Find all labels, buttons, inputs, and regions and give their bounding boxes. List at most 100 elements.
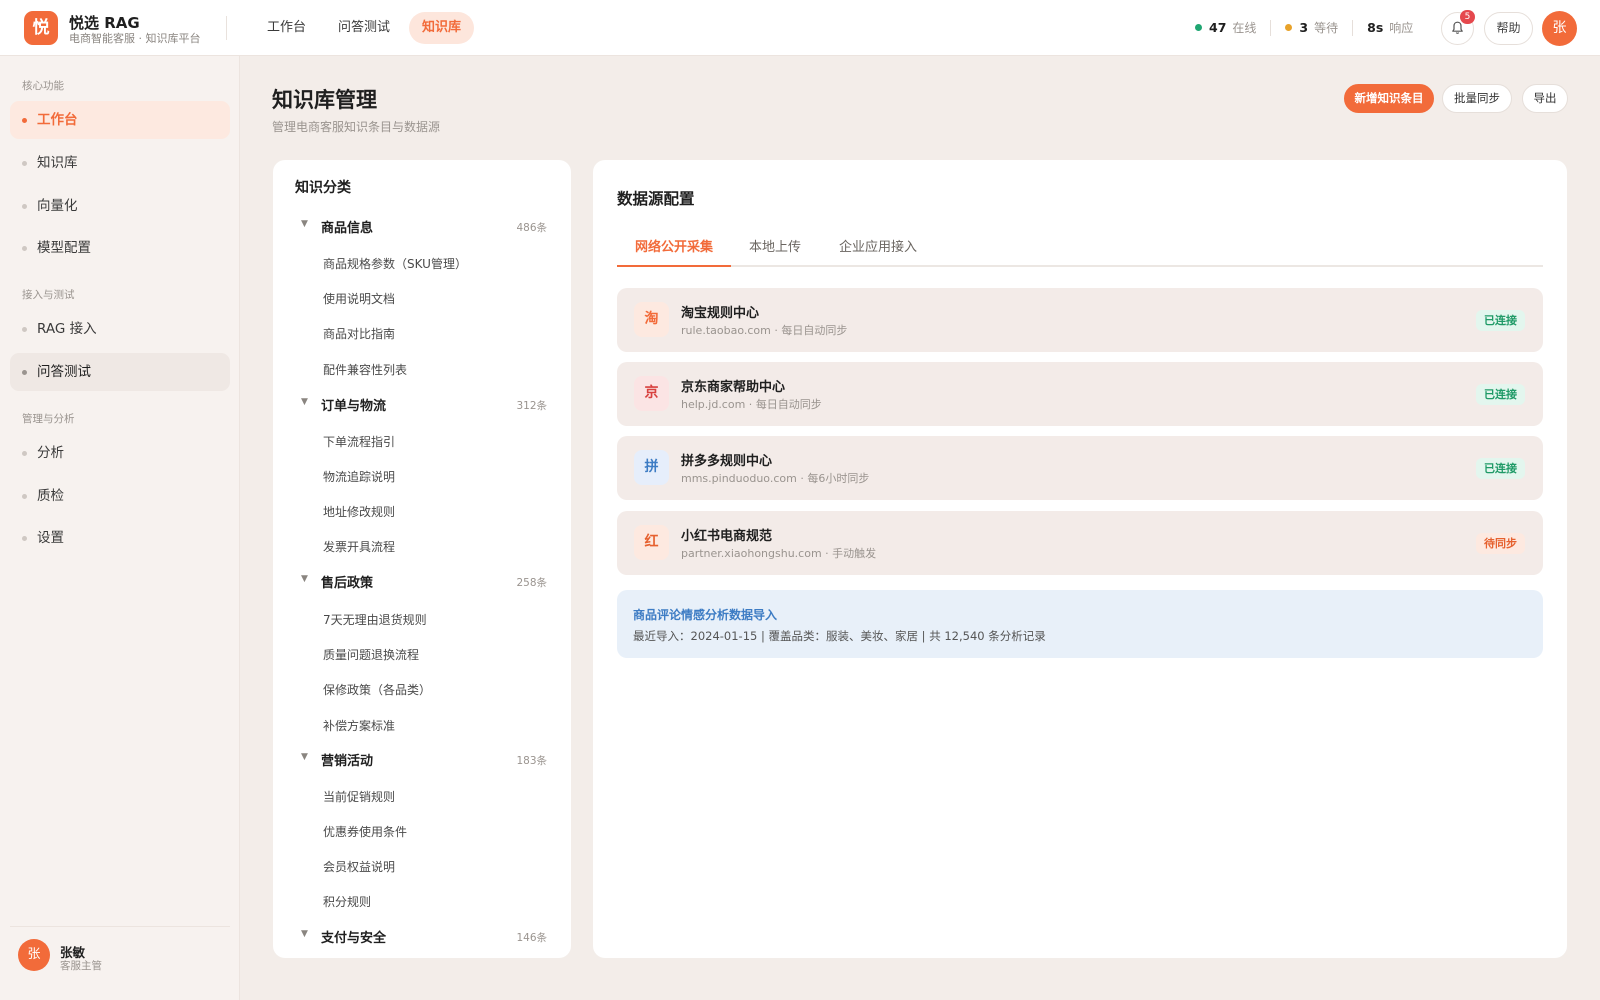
export-button[interactable]: 导出 [1522, 84, 1568, 113]
category-group-name: 商品信息 [321, 221, 374, 236]
caret-down-icon[interactable]: ▼ [301, 397, 308, 407]
sidebar-item-qa-test[interactable]: 问答测试 [10, 353, 230, 391]
category-group-marketing[interactable]: ▼ 营销活动 183条 [273, 744, 571, 774]
category-item[interactable]: 会员权益说明 [323, 858, 395, 875]
page-title: 知识库管理 [272, 88, 377, 112]
caret-down-icon[interactable]: ▼ [301, 752, 308, 762]
datasource-domain: partner.xiaohongshu.com [681, 547, 822, 560]
sidebar-item-quality-check[interactable]: 质检 [10, 477, 230, 515]
sidebar-item-model-config[interactable]: 模型配置 [10, 229, 230, 267]
category-item[interactable]: 积分规则 [323, 893, 371, 910]
sidebar-item-analytics[interactable]: 分析 [10, 434, 230, 472]
datasource-meta: rule.taobao.com · 每日自动同步 [681, 324, 848, 337]
user-avatar[interactable]: 张 [18, 939, 50, 971]
avatar[interactable]: 张 [1542, 11, 1577, 46]
category-item[interactable]: 保修政策（各品类） [323, 681, 431, 698]
import-info-title[interactable]: 商品评论情感分析数据导入 [633, 606, 777, 623]
datasource-schedule: 每日自动同步 [781, 324, 848, 337]
category-item[interactable]: 7天无理由退货规则 [323, 611, 427, 628]
category-group-payment-security[interactable]: ▼ 支付与安全 146条 [273, 921, 571, 951]
sidebar-item-label: 工作台 [37, 112, 78, 128]
bullet-icon [22, 204, 27, 209]
category-item[interactable]: 地址修改规则 [323, 503, 395, 520]
top-nav: 工作台 问答测试 知识库 [254, 12, 475, 44]
sidebar-item-label: 问答测试 [37, 364, 91, 380]
category-item[interactable]: 物流追踪说明 [323, 468, 395, 485]
category-panel-title: 知识分类 [295, 180, 351, 196]
stat-divider [1270, 19, 1272, 36]
bullet-icon [22, 246, 27, 251]
add-knowledge-button[interactable]: 新增知识条目 [1344, 84, 1434, 113]
category-item[interactable]: 补偿方案标准 [323, 717, 395, 734]
category-group-product-info[interactable]: ▼ 商品信息 486条 [273, 211, 571, 241]
category-item[interactable]: 优惠券使用条件 [323, 823, 407, 840]
sidebar-item-label: 质检 [37, 488, 64, 504]
bullet-icon [22, 327, 27, 332]
datasource-schedule: 每6小时同步 [807, 472, 870, 485]
sidebar-item-vectorization[interactable]: 向量化 [10, 187, 230, 225]
sidebar-footer-divider [10, 926, 230, 927]
top-nav-knowledge-base[interactable]: 知识库 [409, 12, 475, 44]
datasource-name: 京东商家帮助中心 [681, 380, 786, 395]
category-item[interactable]: 质量问题退换流程 [323, 646, 419, 663]
sidebar-item-settings[interactable]: 设置 [10, 519, 230, 557]
caret-down-icon[interactable]: ▼ [301, 574, 308, 584]
datasource-row-jd[interactable]: 京 京东商家帮助中心 help.jd.com · 每日自动同步 已连接 [617, 362, 1543, 426]
category-group-after-sales[interactable]: ▼ 售后政策 258条 [273, 566, 571, 596]
stat-response-label: 响应 [1389, 21, 1414, 35]
sidebar-item-knowledge-base[interactable]: 知识库 [10, 144, 230, 182]
status-badge: 已连接 [1476, 458, 1525, 479]
stat-response-value: 8s [1367, 20, 1384, 35]
bell-icon [1452, 21, 1463, 34]
sidebar-item-label: RAG 接入 [37, 321, 97, 337]
sidebar-item-label: 设置 [37, 530, 64, 546]
category-item[interactable]: 商品对比指南 [323, 325, 395, 342]
sidebar-item-workbench[interactable]: 工作台 [10, 101, 230, 139]
datasource-row-pinduoduo[interactable]: 拼 拼多多规则中心 mms.pinduoduo.com · 每6小时同步 已连接 [617, 436, 1543, 500]
sidebar-section-integration: 接入与测试 [22, 289, 75, 301]
tab-enterprise-app[interactable]: 企业应用接入 [821, 232, 935, 267]
stat-waiting: 3 等待 [1285, 19, 1338, 36]
stat-divider [1352, 19, 1354, 36]
category-item[interactable]: 配件兼容性列表 [323, 361, 407, 378]
datasource-row-taobao[interactable]: 淘 淘宝规则中心 rule.taobao.com · 每日自动同步 已连接 [617, 288, 1543, 352]
bullet-icon [22, 370, 27, 375]
category-item[interactable]: 商品规格参数（SKU管理） [323, 255, 467, 272]
sidebar-section-core: 核心功能 [22, 80, 64, 92]
datasource-panel-title: 数据源配置 [617, 190, 695, 208]
datasource-row-xiaohongshu[interactable]: 红 小红书电商规范 partner.xiaohongshu.com · 手动触发… [617, 511, 1543, 575]
jd-icon: 京 [634, 376, 669, 411]
top-nav-workbench[interactable]: 工作台 [254, 12, 319, 44]
datasource-tabs: 网络公开采集 本地上传 企业应用接入 [617, 232, 1543, 267]
bullet-icon [22, 118, 27, 123]
sidebar-item-label: 模型配置 [37, 240, 91, 256]
category-item[interactable]: 当前促销规则 [323, 788, 395, 805]
sidebar-item-rag-integration[interactable]: RAG 接入 [10, 310, 230, 348]
help-button[interactable]: 帮助 [1484, 12, 1533, 45]
status-badge: 待同步 [1476, 533, 1525, 554]
brand-logo[interactable]: 悦 [24, 11, 58, 45]
category-group-name: 售后政策 [321, 576, 374, 591]
datasource-schedule: 手动触发 [832, 547, 877, 560]
caret-down-icon[interactable]: ▼ [301, 219, 308, 229]
category-item[interactable]: 下单流程指引 [323, 433, 395, 450]
tab-local-upload[interactable]: 本地上传 [731, 232, 819, 267]
datasource-name: 小红书电商规范 [681, 529, 773, 544]
category-group-name: 营销活动 [321, 754, 374, 769]
top-divider [226, 16, 227, 40]
category-panel: 知识分类 ▼ 商品信息 486条 商品规格参数（SKU管理） 使用说明文档 商品… [273, 160, 571, 958]
caret-down-icon[interactable]: ▼ [301, 929, 308, 939]
batch-sync-button[interactable]: 批量同步 [1442, 84, 1512, 113]
top-nav-qa-test[interactable]: 问答测试 [325, 12, 403, 44]
category-group-count: 312条 [516, 400, 547, 412]
category-item[interactable]: 发票开具流程 [323, 538, 395, 555]
tab-web-crawl[interactable]: 网络公开采集 [617, 232, 732, 267]
category-group-orders-logistics[interactable]: ▼ 订单与物流 312条 [273, 389, 571, 419]
waiting-dot-icon [1285, 24, 1293, 31]
page-subtitle: 管理电商客服知识条目与数据源 [272, 120, 441, 134]
datasource-schedule: 每日自动同步 [755, 398, 822, 411]
category-item[interactable]: 使用说明文档 [323, 290, 395, 307]
bullet-icon [22, 536, 27, 541]
taobao-icon: 淘 [634, 302, 669, 337]
category-group-name: 支付与安全 [321, 931, 387, 946]
